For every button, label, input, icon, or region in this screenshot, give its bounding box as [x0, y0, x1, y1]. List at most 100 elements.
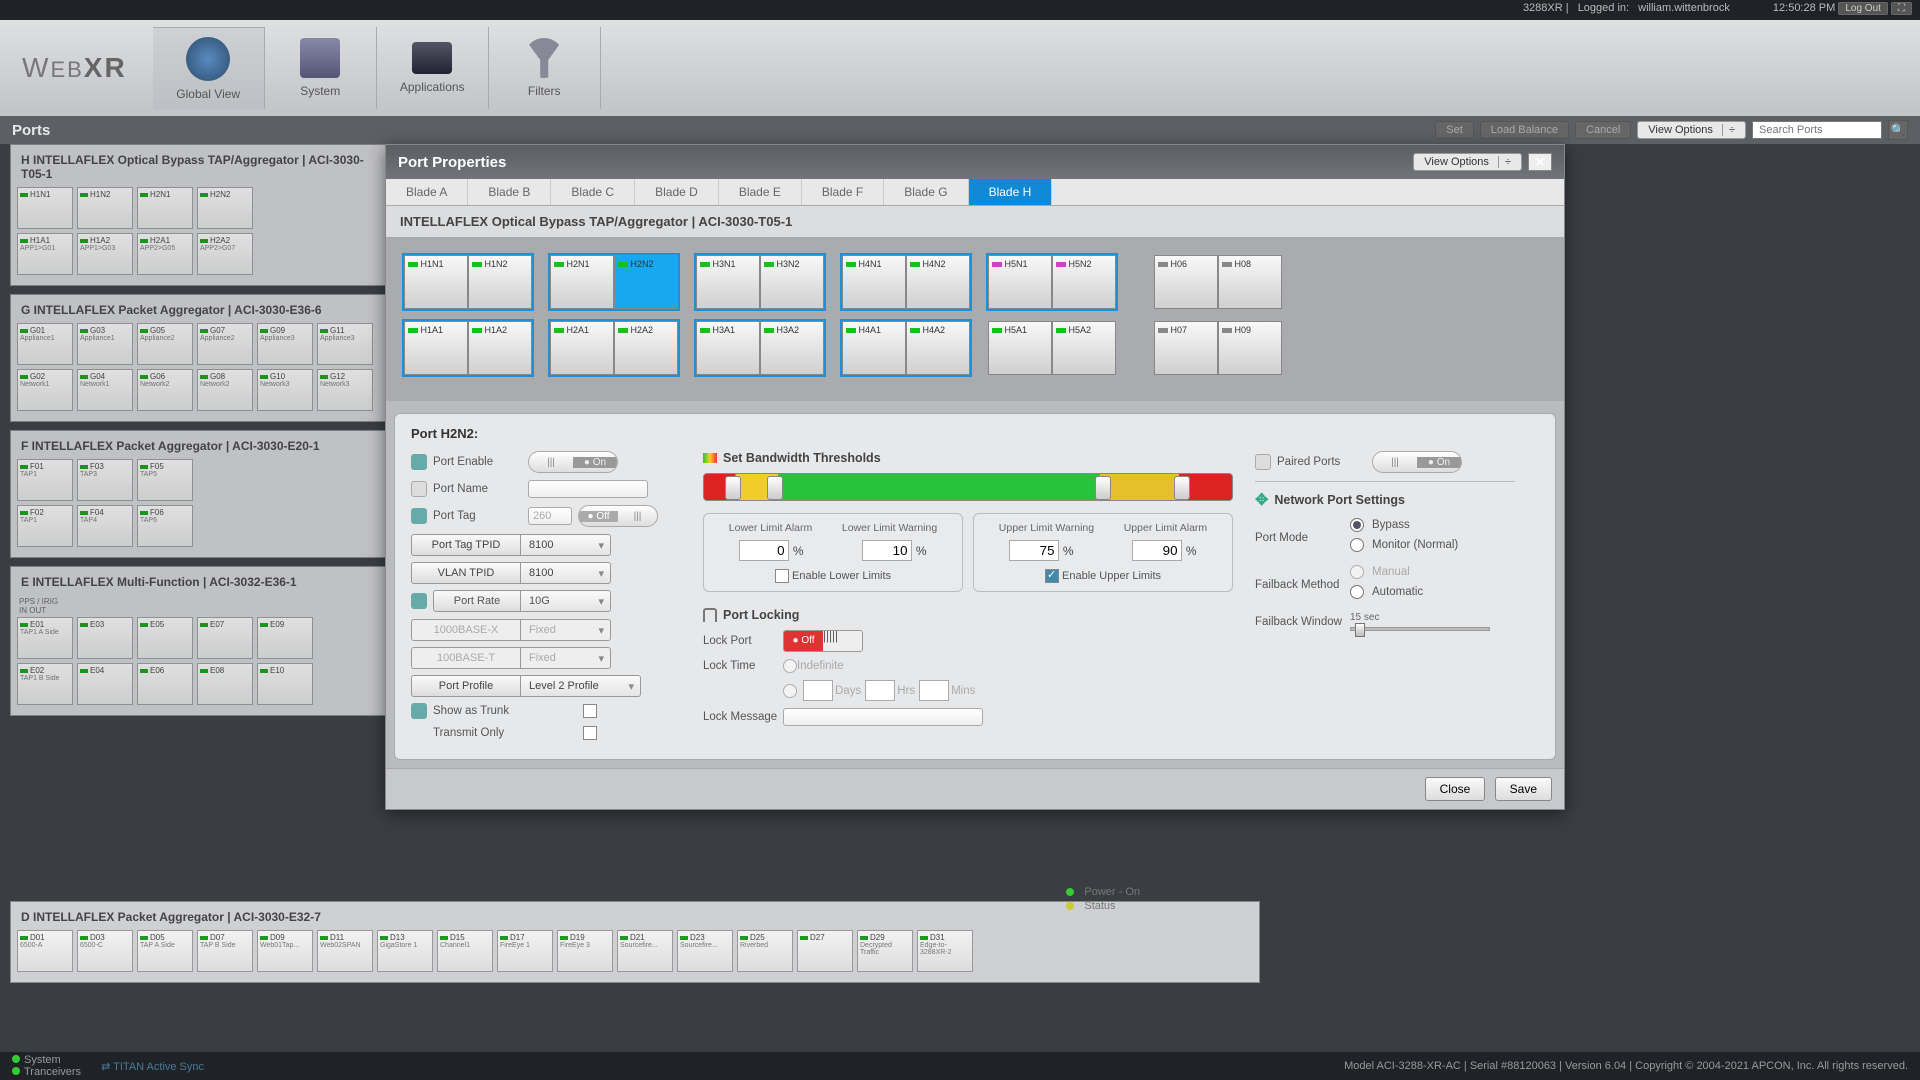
modal-close-button[interactable]: Close	[1425, 777, 1486, 801]
bg-port[interactable]: E02TAP1 B Side	[17, 663, 73, 705]
port-H4A2[interactable]: H4A2	[906, 321, 970, 375]
bg-port[interactable]: D27	[797, 930, 853, 972]
blade-tab-blade-d[interactable]: Blade D	[635, 179, 719, 205]
port-tag-input[interactable]	[528, 507, 572, 525]
bg-port[interactable]: E01TAP1 A Side	[17, 617, 73, 659]
handle-llw[interactable]	[767, 476, 783, 500]
bg-port[interactable]: G02Network1	[17, 369, 73, 411]
bg-port[interactable]: F02TAP1	[17, 505, 73, 547]
port-H2N1[interactable]: H2N1	[550, 255, 614, 309]
blade-tab-blade-c[interactable]: Blade C	[551, 179, 635, 205]
port-H1A1[interactable]: H1A1	[404, 321, 468, 375]
port-H09[interactable]: H09	[1218, 321, 1282, 375]
bg-port[interactable]: G11Appliance3	[317, 323, 373, 365]
bg-port[interactable]: E03	[77, 617, 133, 659]
bg-port[interactable]: F06TAP6	[137, 505, 193, 547]
port-H2A1[interactable]: H2A1	[550, 321, 614, 375]
handle-ula[interactable]	[1174, 476, 1190, 500]
mode-monitor-radio[interactable]	[1350, 538, 1364, 552]
cancel-button[interactable]: Cancel	[1575, 121, 1631, 139]
lock-port-toggle[interactable]: ● Off|||||	[783, 630, 863, 652]
port-H08[interactable]: H08	[1218, 255, 1282, 309]
port-enable-toggle[interactable]: |||● On	[528, 451, 618, 473]
port-H1N2[interactable]: H1N2	[468, 255, 532, 309]
bg-port[interactable]: D25Riverbed	[737, 930, 793, 972]
bg-port[interactable]: G07Appliance2	[197, 323, 253, 365]
port-H3A1[interactable]: H3A1	[696, 321, 760, 375]
enable-lower-checkbox[interactable]	[775, 569, 789, 583]
bg-port[interactable]: G05Appliance2	[137, 323, 193, 365]
port-rate-select[interactable]: Port Rate10G	[433, 590, 611, 612]
port-name-input[interactable]	[528, 480, 648, 498]
port-profile-select[interactable]: Port ProfileLevel 2 Profile	[411, 675, 681, 697]
port-H2A2[interactable]: H2A2	[614, 321, 678, 375]
bg-port[interactable]: D016500-A	[17, 930, 73, 972]
port-H5A1[interactable]: H5A1	[988, 321, 1052, 375]
port-H1N1[interactable]: H1N1	[404, 255, 468, 309]
bg-port[interactable]: H2N1	[137, 187, 193, 229]
bg-port[interactable]: D07TAP B Side	[197, 930, 253, 972]
bg-port[interactable]: D31Edge-to-3288XR-2	[917, 930, 973, 972]
search-icon[interactable]: 🔍	[1888, 120, 1908, 140]
bg-port[interactable]: D17FireEye 1	[497, 930, 553, 972]
bg-port[interactable]: E09	[257, 617, 313, 659]
handle-lla[interactable]	[725, 476, 741, 500]
bg-port[interactable]: F05TAP5	[137, 459, 193, 501]
bg-port[interactable]: E04	[77, 663, 133, 705]
handle-ulw[interactable]	[1095, 476, 1111, 500]
nav-system[interactable]: System	[265, 27, 377, 109]
bg-port[interactable]: H1N2	[77, 187, 133, 229]
set-button[interactable]: Set	[1435, 121, 1474, 139]
port-H5N2[interactable]: H5N2	[1052, 255, 1116, 309]
bg-port[interactable]: E05	[137, 617, 193, 659]
upper-warn-input[interactable]	[1009, 540, 1059, 561]
fullscreen-icon[interactable]: ⛶	[1891, 2, 1912, 15]
bg-port[interactable]: G04Network1	[77, 369, 133, 411]
mode-bypass-radio[interactable]	[1350, 518, 1364, 532]
port-H3N2[interactable]: H3N2	[760, 255, 824, 309]
bg-port[interactable]: G09Appliance3	[257, 323, 313, 365]
enable-upper-checkbox[interactable]: ✓	[1045, 569, 1059, 583]
port-H5A2[interactable]: H5A2	[1052, 321, 1116, 375]
bg-port[interactable]: D05TAP A Side	[137, 930, 193, 972]
bg-port[interactable]: E10	[257, 663, 313, 705]
port-tag-tpid-select[interactable]: Port Tag TPID8100	[411, 534, 681, 556]
blade-tab-blade-a[interactable]: Blade A	[386, 179, 468, 205]
bg-port[interactable]: D036500-C	[77, 930, 133, 972]
blade-tab-blade-g[interactable]: Blade G	[884, 179, 968, 205]
bg-port[interactable]: H2A1APP2>G05	[137, 233, 193, 275]
failback-window-slider[interactable]	[1350, 627, 1490, 631]
logout-button[interactable]: Log Out	[1838, 2, 1888, 15]
bg-port[interactable]: H2N2	[197, 187, 253, 229]
nav-applications[interactable]: Applications	[377, 27, 489, 109]
bg-port[interactable]: H1A1APP1>G01	[17, 233, 73, 275]
bg-port[interactable]: G03Appliance1	[77, 323, 133, 365]
port-H3A2[interactable]: H3A2	[760, 321, 824, 375]
vlan-tpid-select[interactable]: VLAN TPID8100	[411, 562, 681, 584]
bg-port[interactable]: E06	[137, 663, 193, 705]
blade-tab-blade-e[interactable]: Blade E	[719, 179, 802, 205]
bg-port[interactable]: D15Channel1	[437, 930, 493, 972]
port-H2N2[interactable]: H2N2	[614, 255, 678, 309]
nav-global-view[interactable]: Global View	[153, 27, 265, 109]
port-H4N1[interactable]: H4N1	[842, 255, 906, 309]
bg-port[interactable]: F04TAP4	[77, 505, 133, 547]
port-tag-toggle[interactable]: ● Off|||	[578, 505, 658, 527]
bg-port[interactable]: D09Web01Tap...	[257, 930, 313, 972]
bg-port[interactable]: E08	[197, 663, 253, 705]
close-icon[interactable]: ✕	[1528, 153, 1552, 171]
bg-port[interactable]: H1A2APP1>G03	[77, 233, 133, 275]
bg-port[interactable]: G12Network3	[317, 369, 373, 411]
bg-port[interactable]: F01TAP1	[17, 459, 73, 501]
bg-port[interactable]: G10Network3	[257, 369, 313, 411]
fb-auto-radio[interactable]	[1350, 585, 1364, 599]
bg-port[interactable]: G06Network2	[137, 369, 193, 411]
nav-filters[interactable]: Filters	[489, 27, 601, 109]
bg-port[interactable]: D13GigaStore 1	[377, 930, 433, 972]
bg-port[interactable]: F03TAP3	[77, 459, 133, 501]
search-input[interactable]	[1752, 121, 1882, 139]
bg-port[interactable]: D29Decrypted Traffic	[857, 930, 913, 972]
blade-tab-blade-f[interactable]: Blade F	[802, 179, 884, 205]
bg-port[interactable]: G08Network2	[197, 369, 253, 411]
bg-port[interactable]: D21Sourcefire...	[617, 930, 673, 972]
